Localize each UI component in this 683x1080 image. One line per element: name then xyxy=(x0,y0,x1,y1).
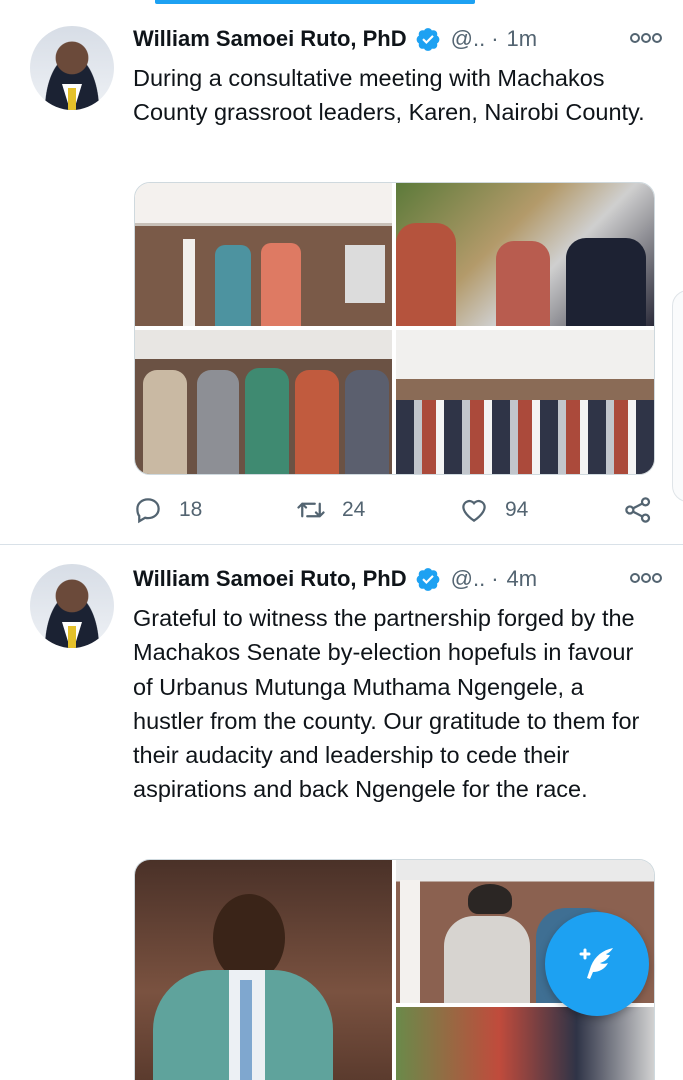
retweet-button[interactable]: 24 xyxy=(296,494,365,526)
author-handle[interactable]: @.. xyxy=(451,566,486,592)
tweet-timestamp[interactable]: 1m xyxy=(507,26,538,52)
reply-icon xyxy=(136,498,160,524)
compose-tweet-button[interactable] xyxy=(545,912,649,1016)
like-button[interactable]: 94 xyxy=(459,494,528,526)
reply-count: 18 xyxy=(179,498,203,521)
retweet-count: 24 xyxy=(342,498,366,521)
tweet-photo[interactable] xyxy=(396,330,654,474)
author-name[interactable]: William Samoei Ruto, PhD xyxy=(133,566,407,592)
tweet-photo[interactable] xyxy=(135,860,392,1080)
dot-separator: · xyxy=(491,26,499,51)
tweet[interactable]: William Samoei Ruto, PhD @.. · 1m During… xyxy=(0,0,683,545)
like-count: 94 xyxy=(505,498,529,521)
reply-button[interactable]: 18 xyxy=(133,494,202,526)
author-handle[interactable]: @.. xyxy=(451,26,486,52)
more-options-icon[interactable] xyxy=(629,570,663,586)
tweet-photo[interactable] xyxy=(135,330,392,474)
share-button[interactable] xyxy=(623,494,653,526)
tweet-timestamp[interactable]: 4m xyxy=(507,566,538,592)
scroll-handle[interactable] xyxy=(672,290,683,502)
compose-tweet-icon xyxy=(579,948,613,979)
avatar[interactable] xyxy=(30,26,114,110)
verified-badge-icon xyxy=(416,28,439,51)
tweet-header: William Samoei Ruto, PhD @.. · 4m xyxy=(133,564,663,594)
tweet-divider xyxy=(0,544,683,545)
verified-badge-icon xyxy=(416,568,439,591)
more-options-icon[interactable] xyxy=(629,30,663,46)
dot-separator: · xyxy=(491,566,499,591)
tweet-photo[interactable] xyxy=(396,1007,654,1080)
tweet-photo[interactable] xyxy=(396,183,654,326)
tweet-photo[interactable] xyxy=(135,183,392,326)
tweet-header: William Samoei Ruto, PhD @.. · 1m xyxy=(133,24,663,54)
tweet-text: Grateful to witness the partnership forg… xyxy=(133,605,640,803)
retweet-icon xyxy=(297,502,325,518)
like-icon xyxy=(462,499,486,522)
share-icon xyxy=(625,497,651,523)
avatar[interactable] xyxy=(30,564,114,648)
tweet-actions: 18 24 94 xyxy=(133,494,658,526)
tweet-text: During a consultative meeting with Macha… xyxy=(133,65,645,126)
author-name[interactable]: William Samoei Ruto, PhD xyxy=(133,26,407,52)
tweet-media-grid[interactable] xyxy=(134,182,655,475)
